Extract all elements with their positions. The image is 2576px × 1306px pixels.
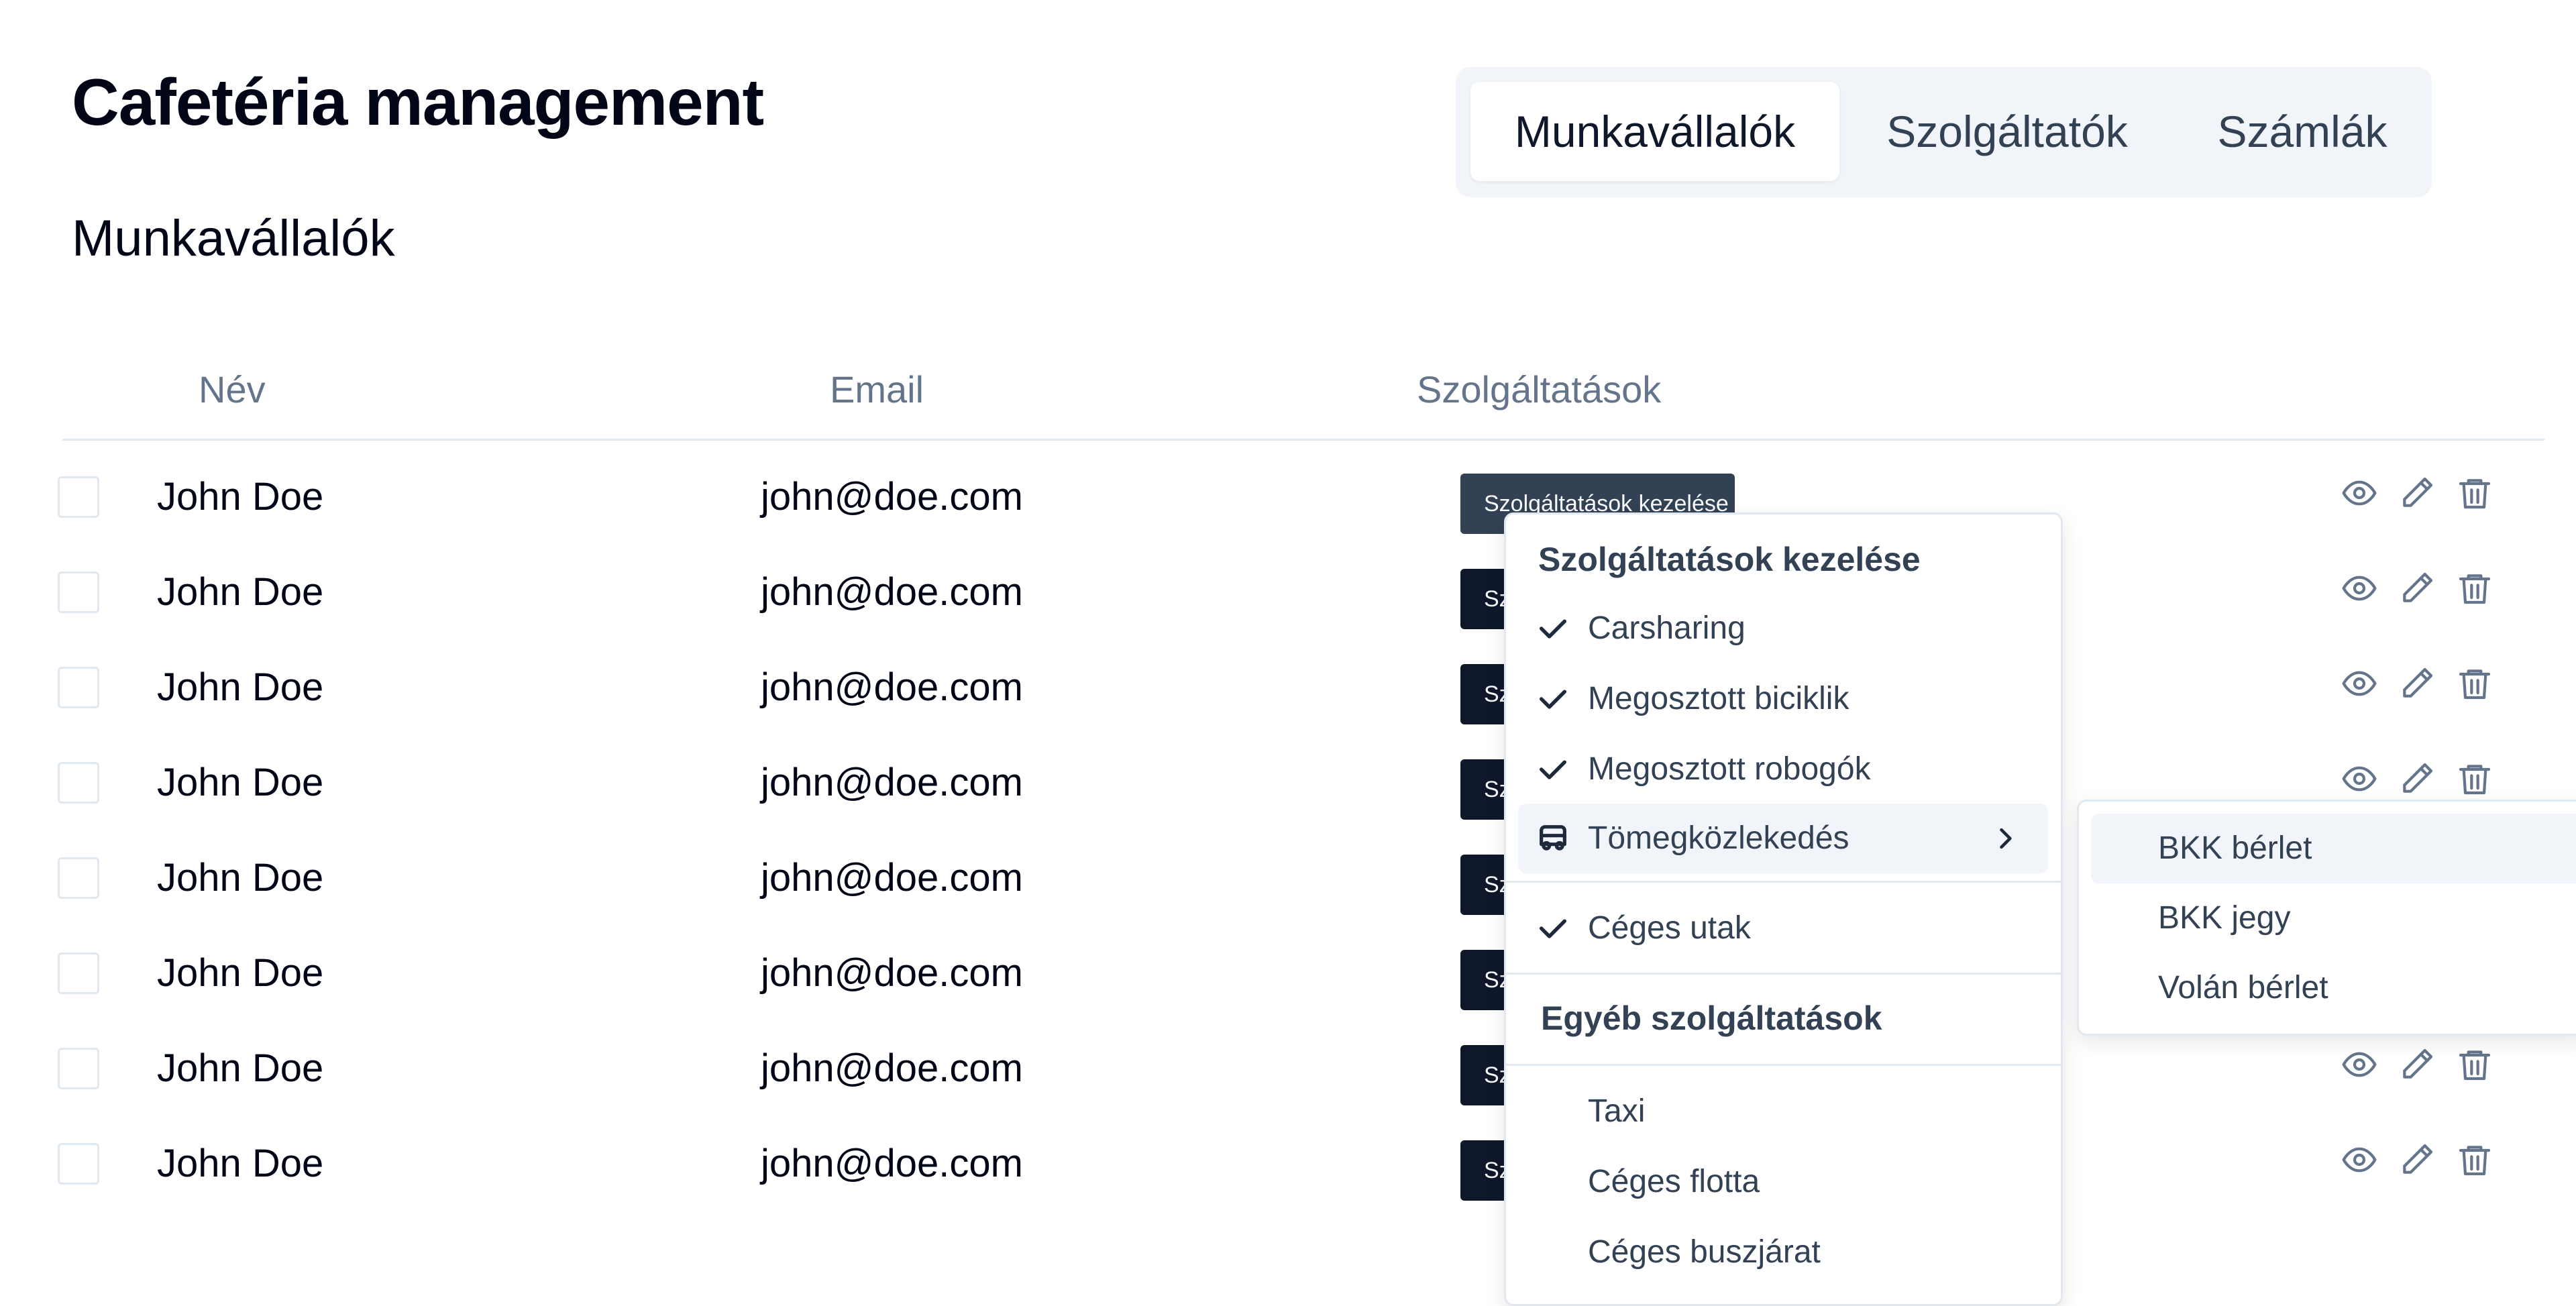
row-checkbox[interactable] — [58, 667, 99, 708]
menu-separator — [1506, 1064, 2061, 1066]
menu-item-label: Tömegközlekedés — [1588, 820, 1849, 856]
row-checkbox[interactable] — [58, 1143, 99, 1185]
row-actions — [2337, 471, 2498, 518]
table-row: John Doejohn@doe.comSzolgáltatások kezel… — [0, 664, 2576, 762]
pencil-icon[interactable] — [2395, 471, 2439, 515]
employee-name: John Doe — [157, 761, 324, 804]
table-row: John Doejohn@doe.comSzolgáltatások kezel… — [0, 1045, 2576, 1143]
menu-item-tomegkozlekedes[interactable]: Tömegközlekedés — [1518, 804, 2048, 873]
submenu-item-label: BKK jegy — [2158, 900, 2291, 936]
row-checkbox[interactable] — [58, 572, 99, 613]
submenu-item-label: BKK bérlet — [2158, 830, 2312, 866]
trash-icon[interactable] — [2453, 471, 2497, 515]
eye-icon[interactable] — [2337, 661, 2381, 706]
eye-icon[interactable] — [2337, 1042, 2381, 1087]
menu-item-carsharing[interactable]: Carsharing — [1518, 594, 2048, 663]
menu-separator — [1506, 881, 2061, 883]
submenu-item-label: Volán bérlet — [2158, 970, 2328, 1005]
row-checkbox[interactable] — [58, 762, 99, 804]
row-actions — [2337, 757, 2498, 804]
trash-icon[interactable] — [2453, 757, 2497, 801]
employee-name: John Doe — [157, 951, 324, 995]
app-title: Cafetéria management — [72, 65, 764, 139]
menu-group-label: Egyéb szolgáltatások — [1541, 999, 1882, 1037]
eye-icon[interactable] — [2337, 471, 2381, 515]
trash-icon[interactable] — [2453, 1138, 2497, 1182]
check-icon — [1539, 919, 1567, 938]
employee-name: John Doe — [157, 570, 324, 614]
submenu-item-bkk-jegy[interactable]: BKK jegy — [2091, 883, 2576, 953]
pencil-icon[interactable] — [2395, 757, 2439, 801]
trash-icon[interactable] — [2453, 566, 2497, 610]
employee-email: john@doe.com — [761, 570, 1023, 614]
check-icon — [1539, 690, 1567, 709]
menu-item-label: Carsharing — [1588, 610, 1746, 646]
trash-icon[interactable] — [2453, 1042, 2497, 1087]
employee-name: John Doe — [157, 1142, 324, 1185]
employee-email: john@doe.com — [761, 475, 1023, 519]
table-row: John Doejohn@doe.comSzolgáltatások kezel… — [0, 1140, 2576, 1238]
eye-icon[interactable] — [2337, 566, 2381, 610]
employee-email: john@doe.com — [761, 951, 1023, 995]
pencil-icon[interactable] — [2395, 566, 2439, 610]
menu-separator — [1506, 973, 2061, 975]
menu-item-megosztott-robogok[interactable]: Megosztott robogók — [1518, 734, 2048, 804]
menu-item-ceges-flotta[interactable]: Céges flotta — [1518, 1147, 2048, 1217]
tab-szamlak[interactable]: Számlák — [2175, 82, 2430, 181]
row-checkbox[interactable] — [58, 857, 99, 899]
column-header-name: Név — [199, 368, 266, 411]
menu-item-label: Céges flotta — [1588, 1164, 1760, 1199]
row-checkbox[interactable] — [58, 953, 99, 994]
employee-name: John Doe — [157, 665, 324, 709]
menu-item-megosztott-biciklik[interactable]: Megosztott biciklik — [1518, 664, 2048, 734]
row-checkbox[interactable] — [58, 476, 99, 518]
services-dropdown-menu: Szolgáltatások kezelése Carsharing Megos… — [1504, 512, 2063, 1306]
eye-icon[interactable] — [2337, 757, 2381, 801]
employee-email: john@doe.com — [761, 1046, 1023, 1090]
table-row: John Doejohn@doe.comSzolgáltatások kezel… — [0, 569, 2576, 667]
employee-name: John Doe — [157, 1046, 324, 1090]
check-icon — [1539, 760, 1567, 779]
pencil-icon[interactable] — [2395, 1138, 2439, 1182]
employee-email: john@doe.com — [761, 665, 1023, 709]
tab-szolgaltatok[interactable]: Szolgáltatók — [1839, 82, 2175, 181]
employee-email: john@doe.com — [761, 856, 1023, 900]
eye-icon[interactable] — [2337, 1138, 2381, 1182]
menu-item-label: Céges buszjárat — [1588, 1234, 1821, 1270]
row-checkbox[interactable] — [58, 1048, 99, 1089]
column-header-email: Email — [830, 368, 924, 411]
employee-name: John Doe — [157, 856, 324, 900]
menu-item-ceges-buszjarat[interactable]: Céges buszjárat — [1518, 1217, 2048, 1287]
column-header-services: Szolgáltatások — [1417, 368, 1662, 411]
header-divider — [62, 439, 2544, 441]
menu-item-ceges-utak[interactable]: Céges utak — [1518, 893, 2048, 963]
employee-name: John Doe — [157, 475, 324, 519]
menu-item-label: Megosztott robogók — [1588, 751, 1871, 787]
tab-munkavallalok[interactable]: Munkavállalók — [1470, 82, 1839, 181]
submenu-item-bkk-berlet[interactable]: BKK bérlet — [2091, 814, 2576, 883]
app-root: Cafetéria management Munkavállalók Szolg… — [0, 0, 2576, 1306]
section-title: Munkavállalók — [72, 210, 395, 267]
tab-bar: Munkavállalók Szolgáltatók Számlák — [1456, 67, 2432, 197]
row-actions — [2337, 566, 2498, 613]
bus-icon — [1540, 825, 1566, 851]
pencil-icon[interactable] — [2395, 661, 2439, 706]
menu-item-label: Taxi — [1588, 1093, 1646, 1129]
trash-icon[interactable] — [2453, 661, 2497, 706]
chevron-right-icon — [2000, 828, 2012, 849]
employee-email: john@doe.com — [761, 1142, 1023, 1185]
submenu-item-volan-berlet[interactable]: Volán bérlet — [2091, 953, 2576, 1023]
row-actions — [2337, 661, 2498, 708]
employee-email: john@doe.com — [761, 761, 1023, 804]
menu-item-taxi[interactable]: Taxi — [1518, 1077, 2048, 1146]
check-icon — [1539, 619, 1567, 639]
table-row: John Doejohn@doe.comSzolgáltatások kezel… — [0, 474, 2576, 572]
menu-label: Szolgáltatások kezelése — [1538, 541, 1921, 578]
pencil-icon[interactable] — [2395, 1042, 2439, 1087]
row-actions — [2337, 1138, 2498, 1185]
menu-item-label: Céges utak — [1588, 910, 1751, 946]
row-actions — [2337, 1042, 2498, 1089]
menu-item-label: Megosztott biciklik — [1588, 681, 1849, 716]
transit-submenu: BKK bérlet BKK jegy Volán bérlet — [2077, 800, 2576, 1036]
